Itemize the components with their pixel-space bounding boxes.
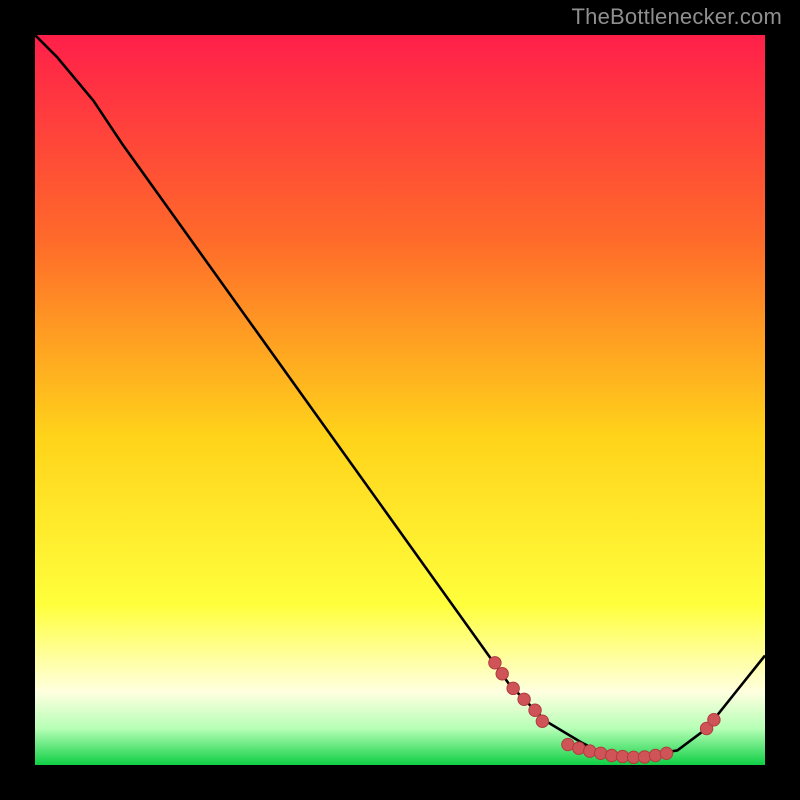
data-marker — [489, 657, 501, 669]
data-marker — [496, 668, 508, 680]
gradient-background — [35, 35, 765, 765]
data-marker — [595, 747, 607, 759]
data-marker — [638, 751, 650, 763]
data-marker — [649, 749, 661, 761]
data-marker — [573, 742, 585, 754]
data-marker — [536, 715, 548, 727]
data-marker — [529, 704, 541, 716]
chart-plot — [35, 35, 765, 765]
data-marker — [507, 682, 519, 694]
data-marker — [660, 747, 672, 759]
data-marker — [606, 749, 618, 761]
attribution-label: TheBottlenecker.com — [572, 4, 782, 30]
data-marker — [518, 693, 530, 705]
chart-container: TheBottlenecker.com — [0, 0, 800, 800]
data-marker — [584, 745, 596, 757]
data-marker — [708, 714, 720, 726]
